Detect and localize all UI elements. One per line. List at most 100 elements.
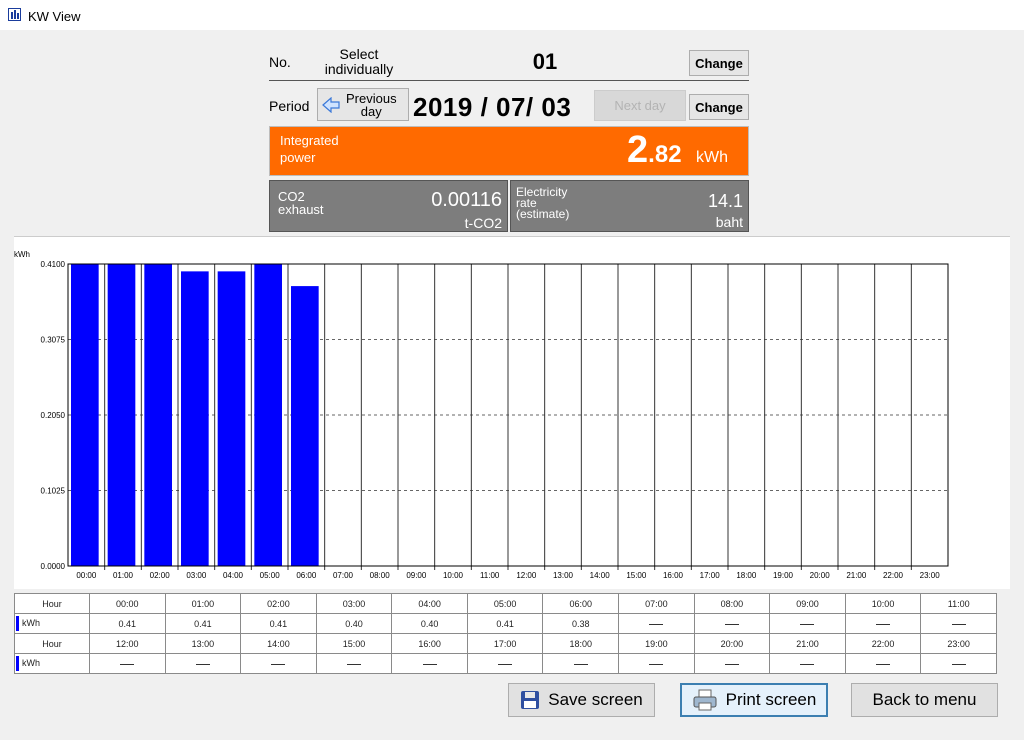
x-tick-label: 22:00 [883, 571, 904, 580]
kwh-cell [391, 653, 468, 674]
hour-cell: 18:00 [542, 633, 620, 654]
x-tick-label: 01:00 [113, 571, 134, 580]
next-day-button[interactable]: Next day [594, 90, 686, 121]
x-tick-label: 20:00 [810, 571, 831, 580]
x-tick-label: 11:00 [480, 571, 500, 580]
y-tick-label: 0.2050 [41, 411, 66, 420]
table-row: Hour 12:00 13:00 14:00 15:00 16:00 17:00 18:00… [14, 633, 997, 654]
printer-icon [693, 689, 717, 711]
x-tick-label: 13:00 [553, 571, 574, 580]
period-date: 2019 / 07/ 03 [413, 92, 572, 122]
kwh-cell [769, 613, 846, 634]
hour-cell: 13:00 [164, 633, 242, 654]
hour-cell: 16:00 [391, 633, 468, 654]
x-tick-label: 04:00 [223, 571, 244, 580]
kwh-cell [618, 613, 695, 634]
rate-value: 14.1 [707, 191, 743, 211]
hour-cell: 15:00 [315, 633, 393, 654]
bar [254, 264, 282, 566]
hour-cell: 05:00 [466, 593, 544, 614]
y-tick-label: 0.0000 [41, 562, 66, 571]
print-screen-button[interactable]: Print screen [680, 683, 828, 717]
previous-day-button[interactable]: Previous day [317, 88, 409, 121]
x-tick-label: 08:00 [370, 571, 391, 580]
kwh-bar-chart: kWh 0.4100 0.3075 0.2050 0.1025 0.0000 00:00 01… [14, 250, 949, 580]
save-screen-button[interactable]: Save screen [508, 683, 655, 717]
hour-header-cell: Hour [14, 633, 90, 654]
change-number-button[interactable]: Change [689, 50, 749, 76]
bar [181, 271, 209, 566]
period-label: Period [269, 98, 310, 114]
co2-value: 0.00116 [431, 189, 502, 211]
kwh-cell: 0.38 [542, 613, 620, 634]
y-tick-label: 0.3075 [41, 336, 66, 345]
kwh-cell [920, 613, 997, 634]
x-tick-label: 18:00 [736, 571, 757, 580]
kwh-cell: 0.40 [391, 613, 468, 634]
x-tick-label: 16:00 [663, 571, 684, 580]
no-label: No. [269, 54, 291, 70]
bar [291, 286, 319, 566]
hour-cell: 22:00 [844, 633, 922, 654]
hour-cell: 12:00 [89, 633, 166, 654]
kwh-marker [16, 616, 19, 631]
kwh-cell [542, 653, 620, 674]
x-tick-label: 06:00 [296, 571, 317, 580]
table-row: kWh 0.41 0.41 0.41 0.40 0.40 0.41 0.38 [14, 613, 997, 634]
hour-cell: 20:00 [693, 633, 771, 654]
kwh-header-cell: kWh [14, 653, 90, 674]
kwh-cell [618, 653, 695, 674]
x-tick-label: 21:00 [846, 571, 867, 580]
hour-cell: 14:00 [240, 633, 317, 654]
bar [71, 264, 99, 566]
x-tick-label: 09:00 [406, 571, 427, 580]
x-tick-label: 12:00 [516, 571, 537, 580]
empty-dash [951, 663, 966, 665]
hour-cell: 02:00 [240, 593, 317, 614]
bar [217, 271, 246, 566]
kwh-cell [89, 653, 166, 674]
hourly-data-table: Hour 00:00 01:00 02:00 03:00 04:00 05:00 06:00… [14, 593, 997, 674]
kwh-cell [164, 653, 242, 674]
x-tick-label: 05:00 [260, 571, 281, 580]
hour-cell: 08:00 [693, 593, 771, 614]
bar [107, 264, 136, 566]
y-tick-label: 0.1025 [41, 487, 66, 496]
empty-dash [347, 663, 362, 665]
kwh-cell: 0.41 [89, 613, 166, 634]
hour-cell: 11:00 [920, 593, 997, 614]
kwh-cell [315, 653, 393, 674]
empty-dash [800, 663, 815, 665]
kwh-cell: 0.41 [240, 613, 317, 634]
title-bar: KW View [0, 0, 1024, 30]
hour-header-cell: Hour [14, 593, 90, 614]
electricity-rate-panel: Electricity rate (estimate) 14.1 baht [510, 180, 749, 232]
empty-dash [120, 663, 135, 665]
window-title: KW View [28, 9, 81, 24]
hour-cell: 19:00 [618, 633, 695, 654]
table-row: kWh [14, 653, 997, 674]
kwh-cell [240, 653, 317, 674]
empty-dash [800, 623, 815, 625]
integrated-power-value: 2.82 kWh [627, 129, 728, 171]
change-period-button[interactable]: Change [689, 94, 749, 120]
bar [144, 264, 172, 566]
back-to-menu-button[interactable]: Back to menu [851, 683, 998, 717]
x-tick-label: 15:00 [626, 571, 647, 580]
rate-unit: baht [715, 214, 743, 230]
y-axis-label: kWh [14, 250, 30, 259]
empty-dash [195, 663, 210, 665]
kwh-header-cell: kWh [14, 613, 90, 634]
hour-cell: 07:00 [618, 593, 695, 614]
hour-cell: 17:00 [466, 633, 544, 654]
empty-dash [951, 623, 966, 625]
hour-cell: 06:00 [542, 593, 620, 614]
chart-area: kWh 0.4100 0.3075 0.2050 0.1025 0.0000 00:00 01… [14, 236, 1010, 589]
x-tick-label: 23:00 [920, 571, 941, 580]
kwh-cell [920, 653, 997, 674]
x-tick-label: 00:00 [76, 571, 97, 580]
empty-dash [573, 663, 588, 665]
kwh-cell: 0.40 [315, 613, 393, 634]
kwh-cell [466, 653, 544, 674]
empty-dash [422, 663, 437, 665]
